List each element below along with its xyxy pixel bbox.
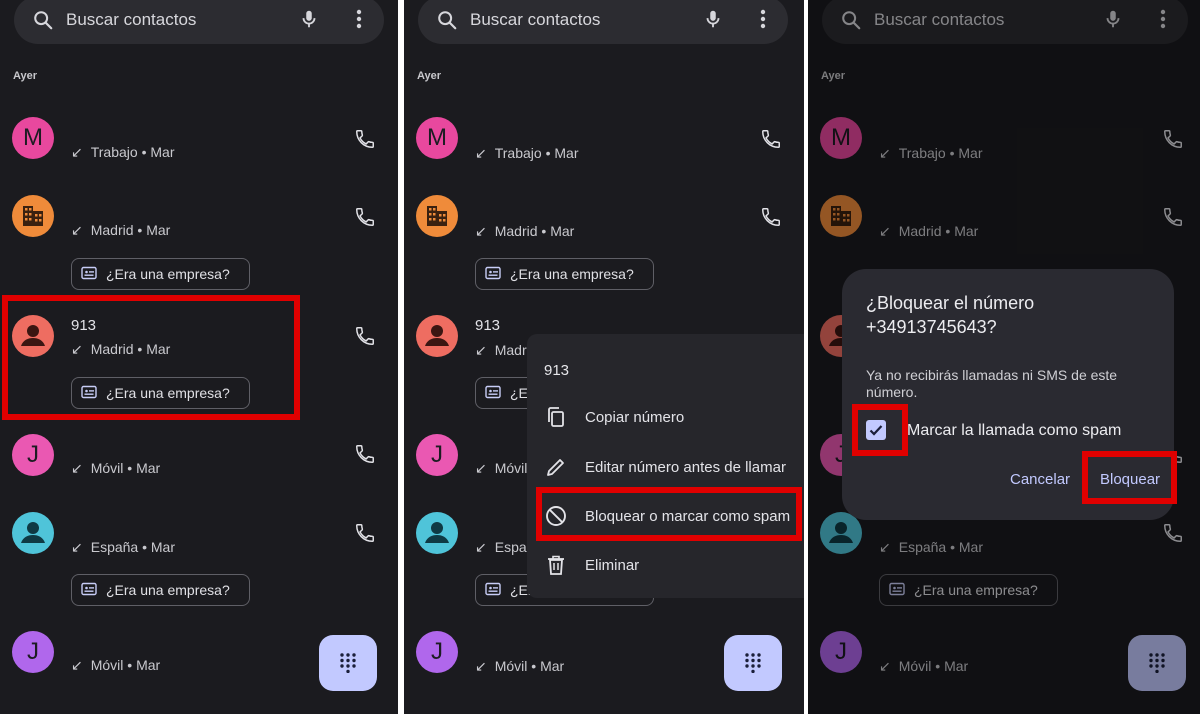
highlight-box	[1082, 451, 1177, 504]
phone-icon[interactable]	[354, 325, 376, 347]
incoming-call-icon: ↙	[475, 460, 487, 476]
dialpad-button[interactable]	[724, 635, 782, 691]
phone-number: 913	[475, 317, 501, 334]
avatar[interactable]	[12, 195, 54, 237]
avatar[interactable]: J	[416, 631, 458, 673]
feedback-icon	[485, 385, 501, 399]
avatar[interactable]	[12, 512, 54, 554]
business-chip[interactable]: ¿Era una empresa?	[475, 258, 654, 290]
person-icon	[425, 522, 449, 543]
avatar[interactable]	[416, 315, 458, 357]
phone-icon[interactable]	[354, 522, 376, 544]
building-icon	[23, 206, 43, 226]
highlight-box	[2, 295, 300, 420]
call-detail: ↙Móvil • Mar	[71, 657, 161, 673]
more-options-icon[interactable]	[752, 7, 774, 31]
menu-item-edit[interactable]: Editar número antes de llamar	[544, 455, 799, 481]
incoming-call-icon: ↙	[71, 222, 83, 238]
call-detail: ↙Móvil • Mar	[71, 460, 161, 476]
section-header: Ayer	[417, 70, 442, 82]
feedback-icon	[485, 582, 501, 596]
avatar[interactable]: M	[12, 117, 54, 159]
avatar[interactable]: J	[12, 631, 54, 673]
cancel-button[interactable]: Cancelar	[1010, 471, 1070, 488]
incoming-call-icon: ↙	[475, 342, 487, 358]
pencil-icon	[547, 459, 564, 476]
call-detail: ↙Madrid • Mar	[475, 223, 575, 239]
avatar[interactable]	[416, 512, 458, 554]
avatar[interactable]: J	[416, 434, 458, 476]
phone-icon[interactable]	[354, 206, 376, 228]
highlight-box	[536, 487, 802, 541]
dialpad-button[interactable]	[319, 635, 377, 691]
incoming-call-icon: ↙	[71, 539, 83, 555]
feedback-icon	[81, 266, 97, 280]
search-placeholder: Buscar contactos	[66, 10, 197, 29]
feedback-icon	[485, 266, 501, 280]
phone-icon[interactable]	[760, 128, 782, 150]
menu-item-delete[interactable]: Eliminar	[544, 553, 744, 579]
avatar[interactable]	[416, 195, 458, 237]
feedback-icon	[81, 582, 97, 596]
spam-checkbox-label[interactable]: Marcar la llamada como spam	[907, 422, 1121, 440]
incoming-call-icon: ↙	[475, 145, 487, 161]
dialpad-icon	[745, 653, 761, 673]
call-detail: ↙Madrid • Mar	[71, 222, 171, 238]
copy-icon	[548, 407, 564, 427]
call-detail: ↙ Trabajo • Mar	[475, 145, 579, 161]
search-placeholder: Buscar contactos	[470, 10, 601, 29]
dialpad-icon	[340, 653, 356, 673]
avatar[interactable]: M	[416, 117, 458, 159]
dialog-title: ¿Bloquear el número +34913745643?	[866, 293, 1035, 337]
microphone-icon[interactable]	[298, 8, 320, 30]
microphone-icon[interactable]	[702, 8, 724, 30]
section-header: Ayer	[13, 70, 38, 82]
search-bar[interactable]: Buscar contactos	[418, 0, 788, 44]
menu-title: 913	[544, 362, 570, 379]
trash-icon	[548, 555, 564, 575]
search-bar[interactable]: Buscar contactos	[14, 0, 384, 44]
incoming-call-icon: ↙	[475, 539, 487, 555]
business-chip[interactable]: ¿Era una empresa?	[71, 574, 250, 606]
incoming-call-icon: ↙	[71, 460, 83, 476]
phone-icon[interactable]	[760, 206, 782, 228]
call-detail: ↙ Trabajo • Mar	[71, 144, 175, 160]
phone-icon[interactable]	[354, 128, 376, 150]
search-icon	[34, 11, 53, 30]
highlight-box	[852, 404, 908, 456]
call-detail: ↙España • Mar	[71, 539, 176, 555]
incoming-call-icon: ↙	[475, 223, 487, 239]
menu-item-copy[interactable]: Copiar número	[544, 405, 794, 431]
search-icon	[438, 11, 457, 30]
incoming-call-icon: ↙	[475, 658, 487, 674]
dialog-message: Ya no recibirás llamadas ni SMS de este …	[866, 367, 1118, 400]
person-icon	[21, 522, 45, 543]
context-menu: 913 Copiar número Editar número antes de…	[527, 334, 804, 598]
business-chip[interactable]: ¿Era una empresa?	[71, 258, 250, 290]
incoming-call-icon: ↙	[71, 144, 83, 160]
phone-icon[interactable]	[354, 443, 376, 465]
building-icon	[427, 206, 447, 226]
avatar[interactable]: J	[12, 434, 54, 476]
person-icon	[425, 325, 449, 346]
more-options-icon[interactable]	[348, 7, 370, 31]
call-detail: ↙Móvil • Mar	[475, 658, 565, 674]
incoming-call-icon: ↙	[71, 657, 83, 673]
